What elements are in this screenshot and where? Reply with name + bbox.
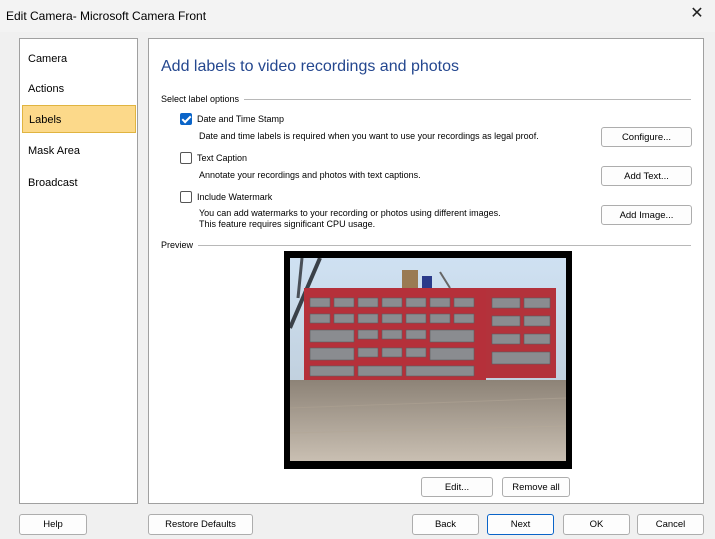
date-time-stamp-desc: Date and time labels is required when yo… — [199, 131, 539, 141]
help-button[interactable]: Help — [19, 514, 87, 535]
nav-item-mask-area[interactable]: Mask Area — [22, 137, 136, 165]
include-watermark-desc-line1: You can add watermarks to your recording… — [199, 208, 501, 218]
remove-all-button[interactable]: Remove all — [502, 477, 570, 497]
ok-button[interactable]: OK — [563, 514, 630, 535]
include-watermark-label[interactable]: Include Watermark — [197, 192, 272, 202]
section-divider — [198, 244, 691, 246]
labels-panel: Add labels to video recordings and photo… — [148, 38, 704, 504]
section-label-options-text: Select label options — [161, 94, 240, 104]
page-title: Add labels to video recordings and photo… — [161, 58, 459, 75]
date-time-stamp-checkbox[interactable] — [180, 113, 192, 125]
section-label-options: Select label options — [161, 93, 691, 105]
window-title: Edit Camera- Microsoft Camera Front — [6, 9, 207, 23]
configure-button[interactable]: Configure... — [601, 127, 692, 147]
nav-item-labels[interactable]: Labels — [22, 105, 136, 133]
close-icon[interactable]: ✕ — [689, 5, 705, 23]
title-bar: Edit Camera- Microsoft Camera Front ✕ — [0, 0, 715, 32]
back-button[interactable]: Back — [412, 514, 479, 535]
add-text-button[interactable]: Add Text... — [601, 166, 692, 186]
add-image-button[interactable]: Add Image... — [601, 205, 692, 225]
text-caption-desc: Annotate your recordings and photos with… — [199, 170, 421, 180]
camera-preview — [284, 251, 572, 469]
cancel-button[interactable]: Cancel — [637, 514, 704, 535]
nav-item-actions[interactable]: Actions — [22, 75, 136, 103]
section-preview-text: Preview — [161, 240, 194, 250]
restore-defaults-button[interactable]: Restore Defaults — [148, 514, 253, 535]
date-time-stamp-label[interactable]: Date and Time Stamp — [197, 114, 284, 124]
text-caption-label[interactable]: Text Caption — [197, 153, 247, 163]
text-caption-checkbox[interactable] — [180, 152, 192, 164]
settings-nav: Camera Actions Labels Mask Area Broadcas… — [19, 38, 138, 504]
section-divider — [244, 98, 691, 100]
section-preview: Preview — [161, 239, 691, 251]
include-watermark-desc-line2: This feature requires significant CPU us… — [199, 219, 376, 229]
include-watermark-checkbox[interactable] — [180, 191, 192, 203]
camera-preview-image — [290, 258, 566, 461]
edit-button[interactable]: Edit... — [421, 477, 493, 497]
nav-item-broadcast[interactable]: Broadcast — [22, 169, 136, 197]
nav-item-camera[interactable]: Camera — [22, 45, 136, 73]
next-button[interactable]: Next — [487, 514, 554, 535]
